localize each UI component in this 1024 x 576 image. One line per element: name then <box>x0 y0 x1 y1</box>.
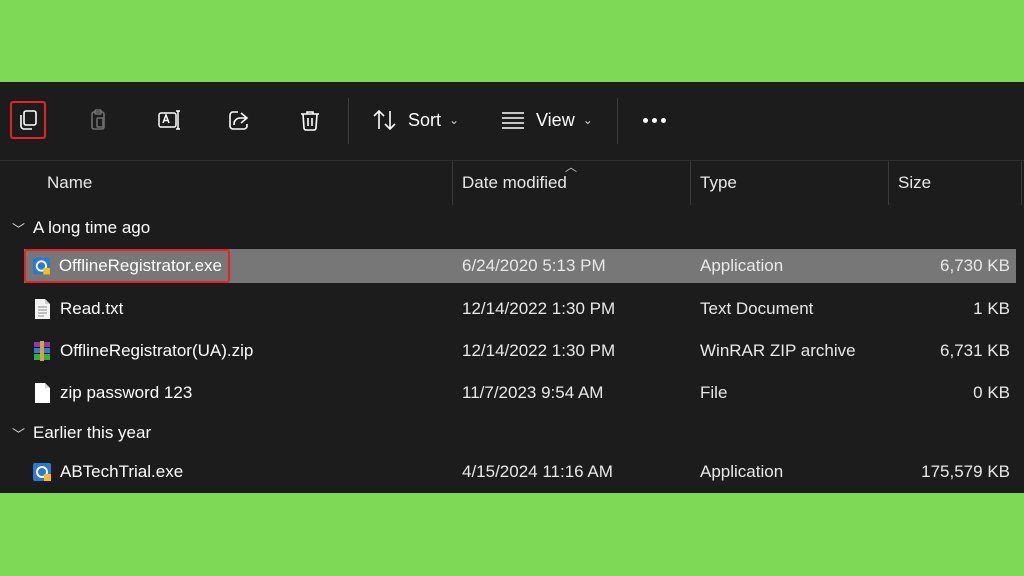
file-row[interactable]: zip password 123 11/7/2023 9:54 AM File … <box>24 376 1016 410</box>
command-bar: Sort ⌄ View ⌄ <box>0 82 1024 160</box>
toolbar-separator <box>348 98 349 144</box>
share-icon <box>229 111 249 130</box>
share-button[interactable] <box>221 101 257 139</box>
delete-button[interactable] <box>292 101 328 139</box>
file-name-cell[interactable]: OfflineRegistrator(UA).zip <box>24 334 253 368</box>
file-name: OfflineRegistrator.exe <box>58 256 222 275</box>
column-header-date[interactable]: Date modified <box>452 161 689 205</box>
file-name: ABTechTrial.exe <box>60 462 184 481</box>
file-type: Text Document <box>700 299 814 318</box>
group-header[interactable]: ﹀ Earlier this year <box>12 418 151 448</box>
column-divider[interactable] <box>1021 161 1022 205</box>
view-label: View <box>536 109 575 130</box>
file-name-cell[interactable]: Read.txt <box>24 292 123 326</box>
app-icon <box>33 463 51 481</box>
column-header-label: Size <box>898 173 932 192</box>
copy-button[interactable] <box>10 101 46 139</box>
column-header-label: Type <box>700 173 737 192</box>
file-date: 12/14/2022 1:30 PM <box>462 299 616 318</box>
file-type: Application <box>700 462 784 481</box>
chevron-down-icon: ﹀ <box>12 426 26 442</box>
rename-icon <box>158 110 180 130</box>
file-name-cell[interactable]: ABTechTrial.exe <box>24 455 183 489</box>
column-header-name[interactable]: Name <box>37 161 452 205</box>
paste-button[interactable] <box>80 101 116 139</box>
blank-file-icon <box>35 383 50 403</box>
column-header-row: Name Date modified Type Size <box>0 160 1024 205</box>
file-size: 175,579 KB <box>921 462 1010 481</box>
view-button[interactable]: View ⌄ <box>500 101 593 139</box>
column-header-label: Date modified <box>462 173 567 192</box>
more-dot <box>642 117 648 123</box>
toolbar-separator <box>617 98 618 144</box>
file-row[interactable]: Read.txt 12/14/2022 1:30 PM Text Documen… <box>24 292 1016 326</box>
file-date: 4/15/2024 11:16 AM <box>462 462 613 481</box>
view-icon <box>502 112 524 129</box>
paste-icon <box>91 109 105 130</box>
trash-icon <box>301 111 319 131</box>
column-header-type[interactable]: Type <box>690 161 888 205</box>
file-date: 11/7/2023 9:54 AM <box>462 383 604 402</box>
chevron-down-icon: ﹀ <box>12 221 26 237</box>
file-size: 1 KB <box>973 299 1010 318</box>
sort-icon <box>373 109 396 131</box>
text-file-icon <box>35 299 50 319</box>
more-options-button[interactable] <box>640 110 668 130</box>
app-icon <box>32 257 50 275</box>
group-label: A long time ago <box>33 218 151 237</box>
file-row[interactable]: OfflineRegistrator(UA).zip 12/14/2022 1:… <box>24 334 1016 368</box>
file-name: zip password 123 <box>60 383 193 402</box>
file-row[interactable]: ABTechTrial.exe 4/15/2024 11:16 AM Appli… <box>24 455 1016 489</box>
file-name: OfflineRegistrator(UA).zip <box>60 341 254 360</box>
file-size: 0 KB <box>973 383 1010 402</box>
chevron-down-icon: ⌄ <box>582 113 593 127</box>
group-header[interactable]: ﹀ A long time ago <box>12 213 150 243</box>
file-row[interactable]: OfflineRegistrator.exe 6/24/2020 5:13 PM… <box>24 249 1016 283</box>
chevron-down-icon: ⌄ <box>449 113 460 127</box>
column-header-label: Name <box>47 173 93 192</box>
file-name-cell[interactable]: OfflineRegistrator.exe <box>24 249 230 283</box>
file-type: WinRAR ZIP archive <box>700 341 856 360</box>
rename-button[interactable] <box>151 101 187 139</box>
more-dot <box>660 117 666 123</box>
sort-label: Sort <box>408 109 442 130</box>
file-name-cell[interactable]: zip password 123 <box>24 376 192 410</box>
file-type: File <box>700 383 728 402</box>
file-name: Read.txt <box>60 299 124 318</box>
group-label: Earlier this year <box>33 423 152 442</box>
file-type: Application <box>700 256 784 275</box>
file-date: 6/24/2020 5:13 PM <box>462 256 606 275</box>
more-dot <box>651 117 657 123</box>
file-date: 12/14/2022 1:30 PM <box>462 341 616 360</box>
copy-icon <box>20 110 37 130</box>
file-size: 6,731 KB <box>940 341 1010 360</box>
column-header-size[interactable]: Size <box>888 161 1022 205</box>
file-explorer-window: Sort ⌄ View ⌄ ︿ Name Date modified Type … <box>0 82 1024 493</box>
winrar-icon <box>34 341 50 361</box>
sort-button[interactable]: Sort ⌄ <box>372 101 459 139</box>
file-size: 6,730 KB <box>940 256 1010 275</box>
